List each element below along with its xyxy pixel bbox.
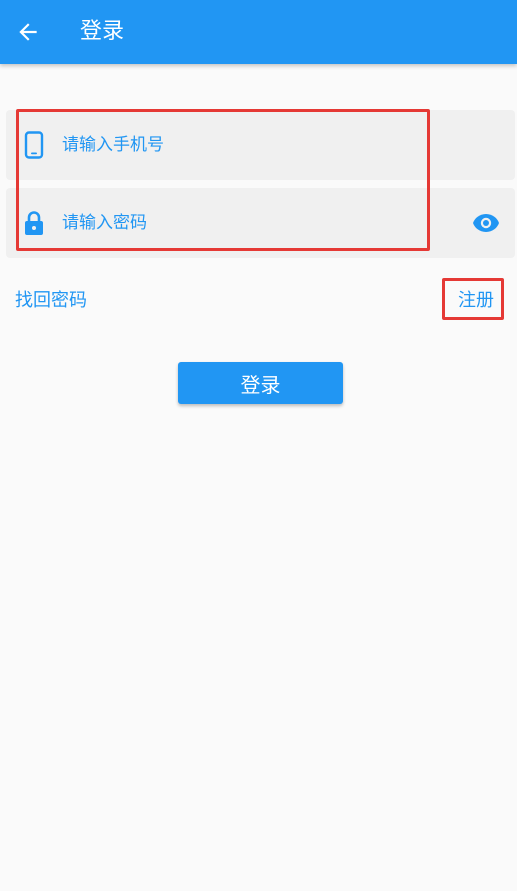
login-button[interactable]: 登录 xyxy=(178,362,343,404)
password-input[interactable] xyxy=(62,206,442,240)
eye-icon xyxy=(473,214,499,232)
app-bar: 登录 xyxy=(0,0,517,64)
lock-icon xyxy=(22,209,46,237)
page-title: 登录 xyxy=(80,19,125,44)
forgot-password-link[interactable]: 找回密码 xyxy=(15,287,87,315)
phone-input[interactable] xyxy=(62,128,442,162)
phone-field-row xyxy=(6,110,515,180)
arrow-left-icon xyxy=(19,23,37,41)
register-link[interactable]: 注册 xyxy=(458,287,494,315)
password-field-row xyxy=(6,188,515,258)
phone-icon xyxy=(22,131,46,159)
login-screen: 登录 找回密码 注册 登录 xyxy=(0,0,517,891)
back-button[interactable] xyxy=(10,14,46,50)
password-visibility-toggle[interactable] xyxy=(471,210,501,236)
